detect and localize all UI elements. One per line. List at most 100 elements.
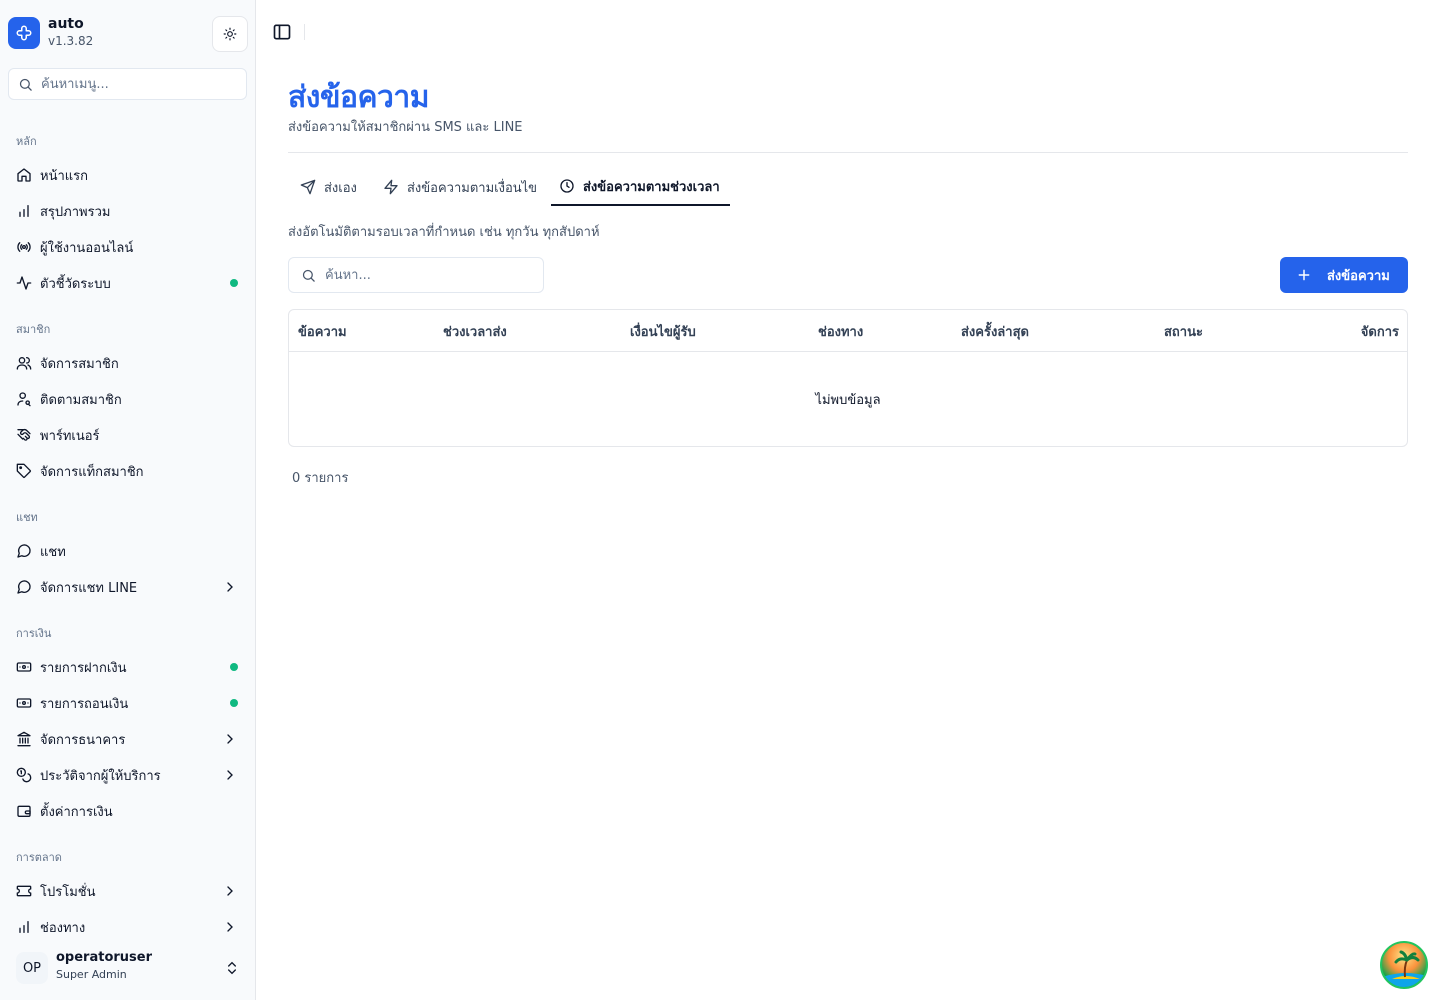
sidebar-item-label: หน้าแรก <box>40 168 88 184</box>
sidebar-item-deposits[interactable]: รายการฝากเงิน <box>8 651 248 683</box>
ticket-icon <box>16 883 32 899</box>
chevron-right-icon <box>227 770 233 780</box>
clock-icon <box>559 178 575 194</box>
sidebar-item-label: จัดการธนาคาร <box>40 732 126 748</box>
theme-toggle-button[interactable] <box>212 16 248 52</box>
send-message-button-label: ส่งข้อความ <box>1327 268 1390 284</box>
coins-icon <box>16 767 32 783</box>
bar-chart-icon <box>16 919 32 935</box>
tab-label: ส่งข้อความตามช่วงเวลา <box>583 179 720 195</box>
sidebar-item-line-chat[interactable]: จัดการแชท LINE <box>8 571 248 603</box>
app-logo-icon[interactable] <box>8 17 40 49</box>
nav-group-label-chat: แชท <box>16 511 38 524</box>
send-message-button[interactable]: ส่งข้อความ <box>1280 257 1408 293</box>
user-role: Super Admin <box>56 968 127 981</box>
column-header-channel[interactable]: ช่องทาง <box>818 321 863 342</box>
sidebar-item-promotions[interactable]: โปรโมชั่น <box>8 875 248 907</box>
sidebar-item-label: รายการถอนเงิน <box>40 696 129 712</box>
row-count: 0 รายการ <box>292 471 349 486</box>
sidebar-item-system-metrics[interactable]: ตัวชี้วัดระบบ <box>8 267 248 299</box>
sun-icon <box>223 27 237 41</box>
user-menu[interactable]: OP operatoruser Super Admin <box>8 948 248 988</box>
page-subtitle: ส่งข้อความให้สมาชิกผ่าน SMS และ LINE <box>288 120 523 135</box>
column-header-schedule[interactable]: ช่วงเวลาส่ง <box>443 321 507 342</box>
bar-chart-icon <box>16 203 32 219</box>
sidebar-item-label: รายการฝากเงิน <box>40 660 127 676</box>
topbar-divider <box>304 24 305 40</box>
sidebar-toggle-icon[interactable] <box>272 22 292 42</box>
chevron-right-icon <box>227 922 233 932</box>
empty-state-message: ไม่พบข้อมูล <box>815 393 881 408</box>
floating-assistant-avatar[interactable] <box>1380 941 1428 989</box>
nav-group-label-members: สมาชิก <box>16 323 51 336</box>
tab-scheduled-send[interactable]: ส่งข้อความตามช่วงเวลา <box>551 168 730 206</box>
sidebar-item-label: ตั้งค่าการเงิน <box>40 804 113 820</box>
nav-group-label-marketing: การตลาด <box>16 851 62 864</box>
sidebar-item-banks[interactable]: จัดการธนาคาร <box>8 723 248 755</box>
avatar: OP <box>16 952 48 984</box>
plus-icon <box>1296 267 1312 283</box>
sidebar-item-manage-members[interactable]: จัดการสมาชิก <box>8 347 248 379</box>
sidebar-item-member-tags[interactable]: จัดการแท็กสมาชิก <box>8 455 248 487</box>
sidebar-item-home[interactable]: หน้าแรก <box>8 159 248 191</box>
sidebar-item-withdrawals[interactable]: รายการถอนเงิน <box>8 687 248 719</box>
table-header-divider <box>289 351 1407 352</box>
page-title: ส่งข้อความ <box>288 80 430 115</box>
withdraw-icon <box>16 695 32 711</box>
island-icon <box>1382 950 1426 987</box>
home-icon <box>16 167 32 183</box>
wallet-icon <box>16 803 32 819</box>
status-dot <box>230 663 238 671</box>
sidebar-item-finance-settings[interactable]: ตั้งค่าการเงิน <box>8 795 248 827</box>
sidebar-item-online-users[interactable]: ผู้ใช้งานออนไลน์ <box>8 231 248 263</box>
users-icon <box>16 355 32 371</box>
status-dot <box>230 699 238 707</box>
chevrons-up-down-icon <box>228 961 236 975</box>
sidebar-item-label: จัดการแท็กสมาชิก <box>40 464 144 480</box>
sidebar-item-label: สรุปภาพรวม <box>40 204 111 220</box>
sidebar-item-track-members[interactable]: ติดตามสมาชิก <box>8 383 248 415</box>
message-circle-icon <box>16 543 32 559</box>
tab-label: ส่งข้อความตามเงื่อนไข <box>407 180 538 196</box>
activity-icon <box>16 275 32 291</box>
bank-icon <box>16 731 32 747</box>
user-search-icon <box>16 391 32 407</box>
sidebar-item-label: จัดการแชท LINE <box>40 580 138 596</box>
radio-icon <box>16 239 32 255</box>
column-header-last-sent[interactable]: ส่งครั้งล่าสุด <box>961 321 1029 342</box>
send-icon <box>300 179 316 195</box>
brand: auto v1.3.82 <box>8 16 248 52</box>
divider <box>288 152 1408 153</box>
tab-label: ส่งเอง <box>324 180 357 196</box>
sidebar-item-overview[interactable]: สรุปภาพรวม <box>8 195 248 227</box>
app-version: v1.3.82 <box>48 34 94 48</box>
sidebar-item-channels[interactable]: ช่องทาง <box>8 911 248 943</box>
sidebar-item-label: ประวัติจากผู้ให้บริการ <box>40 768 161 784</box>
app-name: auto <box>48 16 84 32</box>
sidebar-item-chat[interactable]: แชท <box>8 535 248 567</box>
tag-icon <box>16 463 32 479</box>
sidebar-item-label: จัดการสมาชิก <box>40 356 119 372</box>
search-input[interactable] <box>325 265 535 285</box>
chevron-right-icon <box>227 582 233 592</box>
column-header-status[interactable]: สถานะ <box>1164 321 1203 342</box>
column-header-message[interactable]: ข้อความ <box>298 321 347 342</box>
menu-search-input[interactable] <box>41 74 237 94</box>
schedule-search <box>288 257 544 293</box>
tab-manual-send[interactable]: ส่งเอง <box>292 168 365 206</box>
zap-icon <box>383 179 399 195</box>
search-icon <box>302 269 315 282</box>
tab-description: ส่งอัตโนมัติตามรอบเวลาที่กำหนด เช่น ทุกว… <box>288 225 600 240</box>
sidebar-item-label: ติดตามสมาชิก <box>40 392 122 408</box>
tab-conditional-send[interactable]: ส่งข้อความตามเงื่อนไข <box>375 168 545 206</box>
sidebar: auto v1.3.82 หลัก หน้าแรก สรุปภาพรวม ผู้… <box>0 0 256 1000</box>
nav-group-label-main: หลัก <box>16 135 37 148</box>
sidebar-item-partners[interactable]: พาร์ทเนอร์ <box>8 419 248 451</box>
sidebar-item-provider-history[interactable]: ประวัติจากผู้ให้บริการ <box>8 759 248 791</box>
status-dot <box>230 279 238 287</box>
column-header-recipient-conditions[interactable]: เงื่อนไขผู้รับ <box>630 321 696 342</box>
nav-group-label-finance: การเงิน <box>16 627 52 640</box>
deposit-icon <box>16 659 32 675</box>
sidebar-item-label: ตัวชี้วัดระบบ <box>40 276 111 292</box>
menu-search <box>8 68 247 100</box>
